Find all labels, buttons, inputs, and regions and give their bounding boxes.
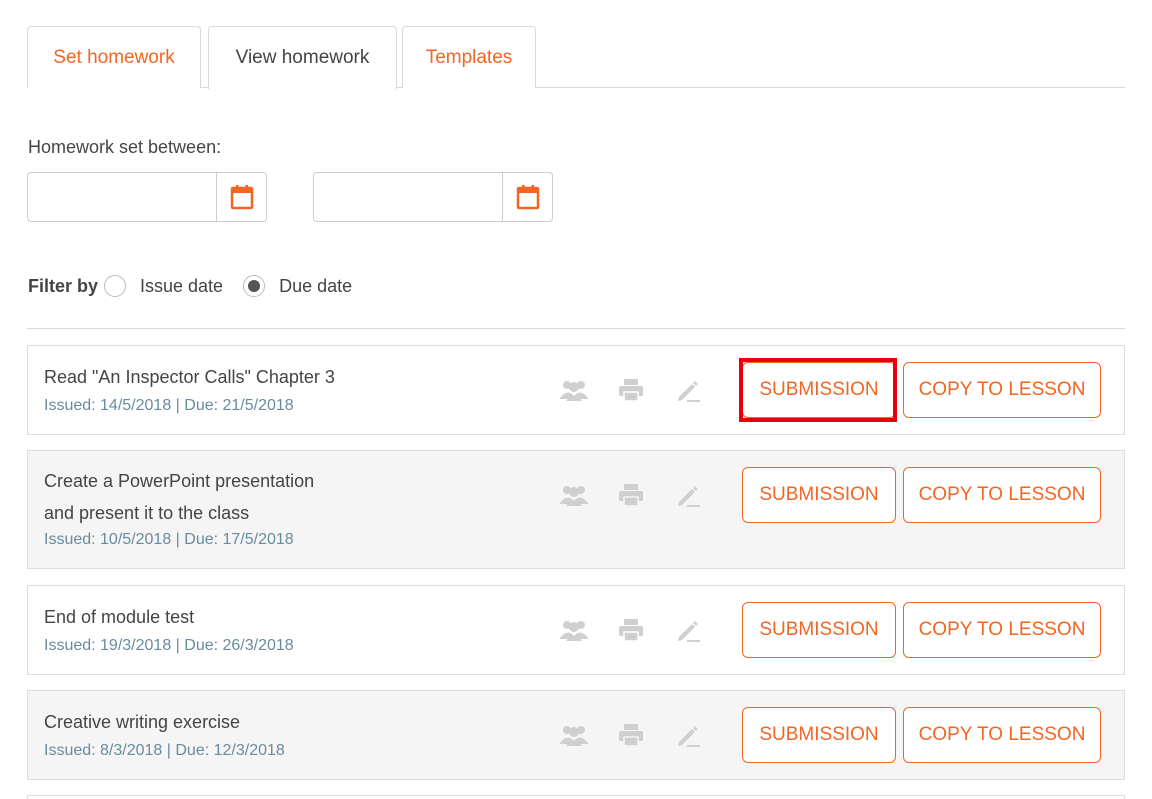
date-to-field	[313, 172, 553, 222]
tab-set-homework[interactable]: Set homework	[27, 26, 201, 88]
submission-button[interactable]: SUBMISSION	[742, 362, 896, 418]
homework-dates: Issued: 10/5/2018 | Due: 17/5/2018	[44, 531, 294, 548]
print-icon[interactable]	[615, 719, 647, 751]
edit-icon[interactable]	[672, 719, 704, 751]
filter-by-row: Filter by Issue date Due date	[28, 271, 372, 301]
group-icon[interactable]	[558, 374, 590, 406]
print-icon[interactable]	[615, 614, 647, 646]
row-icons	[558, 719, 729, 751]
row-icons	[558, 374, 729, 406]
row-icons	[558, 479, 729, 511]
date-from-input[interactable]	[28, 173, 216, 221]
tab-bar: Set homework View homework Templates	[27, 26, 1125, 89]
filter-by-label: Filter by	[28, 275, 99, 296]
homework-title-line2: and present it to the class	[44, 503, 250, 523]
homework-row: Creative writing exercise Issued: 8/3/20…	[27, 690, 1125, 780]
tab-templates[interactable]: Templates	[402, 26, 536, 88]
tab-view-homework[interactable]: View homework	[208, 26, 397, 89]
due-date-radio[interactable]	[243, 275, 266, 297]
homework-title: Read "An Inspector Calls" Chapter 3	[44, 367, 335, 387]
edit-icon[interactable]	[672, 374, 704, 406]
homework-row: Read "An Inspector Calls" Chapter 3 Issu…	[27, 345, 1125, 435]
group-icon[interactable]	[558, 614, 590, 646]
homework-row-partial	[27, 795, 1125, 799]
print-icon[interactable]	[615, 479, 647, 511]
date-to-input[interactable]	[314, 173, 502, 221]
issue-date-radio[interactable]	[104, 275, 127, 297]
date-from-field	[27, 172, 267, 222]
group-icon[interactable]	[558, 719, 590, 751]
row-icons	[558, 614, 729, 646]
submission-button[interactable]: SUBMISSION	[742, 602, 896, 658]
copy-to-lesson-button[interactable]: COPY TO LESSON	[903, 467, 1101, 523]
calendar-icon[interactable]	[216, 173, 266, 221]
group-icon[interactable]	[558, 479, 590, 511]
homework-dates: Issued: 19/3/2018 | Due: 26/3/2018	[44, 637, 294, 654]
homework-dates: Issued: 14/5/2018 | Due: 21/5/2018	[44, 397, 294, 414]
homework-set-between-label: Homework set between:	[28, 137, 222, 157]
homework-dates: Issued: 8/3/2018 | Due: 12/3/2018	[44, 742, 285, 759]
copy-to-lesson-button[interactable]: COPY TO LESSON	[903, 602, 1101, 658]
edit-icon[interactable]	[672, 479, 704, 511]
divider	[27, 328, 1125, 329]
homework-title: Create a PowerPoint presentation	[44, 471, 315, 491]
calendar-icon[interactable]	[502, 173, 552, 221]
submission-button[interactable]: SUBMISSION	[742, 467, 896, 523]
radio-selected-dot	[248, 280, 261, 292]
copy-to-lesson-button[interactable]: COPY TO LESSON	[903, 707, 1101, 763]
homework-title: Creative writing exercise	[44, 712, 241, 732]
due-date-label: Due date	[279, 275, 353, 296]
copy-to-lesson-button[interactable]: COPY TO LESSON	[903, 362, 1101, 418]
issue-date-label: Issue date	[140, 275, 224, 296]
print-icon[interactable]	[615, 374, 647, 406]
homework-row: Create a PowerPoint presentation and pre…	[27, 450, 1125, 569]
submission-button[interactable]: SUBMISSION	[742, 707, 896, 763]
homework-row: End of module test Issued: 19/3/2018 | D…	[27, 585, 1125, 675]
homework-title: End of module test	[44, 607, 195, 627]
edit-icon[interactable]	[672, 614, 704, 646]
